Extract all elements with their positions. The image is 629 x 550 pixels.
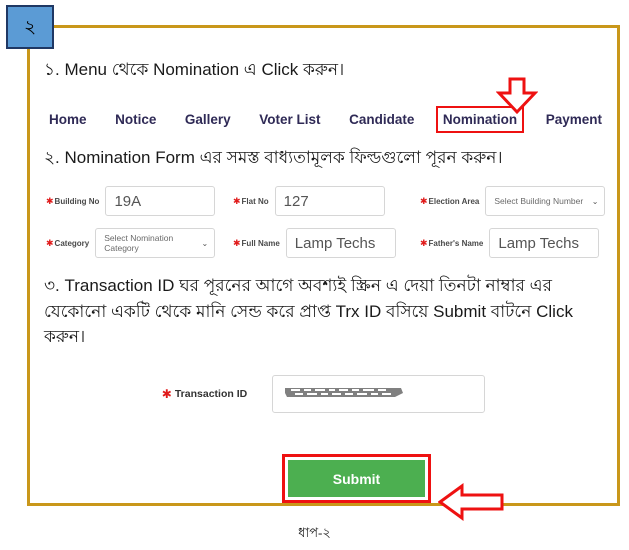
label-building-no-text: Building No xyxy=(54,196,100,206)
select-election-area-value: Select Building Number xyxy=(494,196,584,206)
submit-highlight-box: Submit xyxy=(282,454,431,503)
required-star-icon: ✱ xyxy=(46,195,54,206)
redaction-scribble-icon xyxy=(285,388,404,397)
input-flat-no[interactable]: 127 xyxy=(274,186,385,216)
arrow-left-icon xyxy=(438,483,504,521)
required-star-icon: ✱ xyxy=(233,195,241,206)
label-election-area-text: Election Area xyxy=(428,196,480,206)
label-building-no: ✱ Building No xyxy=(46,195,100,206)
input-transaction-id[interactable] xyxy=(272,375,486,413)
chevron-down-icon: ⌄ xyxy=(201,238,209,248)
step-badge-number: ২ xyxy=(23,16,37,38)
select-category-value: Select Nomination Category xyxy=(104,233,174,253)
label-transaction-id: ✱ Transaction ID xyxy=(162,388,247,400)
label-category: ✱ Category xyxy=(46,237,90,248)
required-star-icon: ✱ xyxy=(46,237,54,248)
field-group-flat-no: ✱ Flat No 127 xyxy=(233,186,420,216)
required-star-icon: ✱ xyxy=(233,237,241,248)
required-star-icon: ✱ xyxy=(161,387,172,401)
input-fathers-name[interactable]: Lamp Techs xyxy=(489,228,600,258)
required-star-icon: ✱ xyxy=(420,195,428,206)
form-row-2: ✱ Category Select Nomination Category ⌄ … xyxy=(46,227,607,259)
nav-item-home[interactable]: Home xyxy=(42,106,94,133)
label-election-area: ✱ Election Area xyxy=(420,195,480,206)
submit-button[interactable]: Submit xyxy=(288,460,425,497)
nav-item-notice[interactable]: Notice xyxy=(108,106,163,133)
field-group-fathers-name: ✱ Father's Name Lamp Techs xyxy=(420,228,607,258)
field-group-category: ✱ Category Select Nomination Category ⌄ xyxy=(46,228,233,258)
label-full-name-text: Full Name xyxy=(241,238,280,248)
label-fathers-name-text: Father's Name xyxy=(428,238,484,248)
input-full-name[interactable]: Lamp Techs xyxy=(285,228,396,258)
content-frame: ১. Menu থেকে Nomination এ Click করুন। Ho… xyxy=(27,25,620,521)
required-star-icon: ✱ xyxy=(420,237,428,248)
nav-item-payment[interactable]: Payment xyxy=(539,106,609,133)
nav-item-candidate[interactable]: Candidate xyxy=(342,106,421,133)
select-category[interactable]: Select Nomination Category ⌄ xyxy=(95,228,216,258)
instruction-step-2: ২. Nomination Form এর সমস্ত বাধ্যতামূলক … xyxy=(44,148,503,167)
step-badge: ২ xyxy=(6,5,54,49)
transaction-id-row: ✱ Transaction ID xyxy=(30,375,617,413)
field-group-building-no: ✱ Building No 19A xyxy=(46,186,233,216)
nav-item-gallery[interactable]: Gallery xyxy=(178,106,238,133)
label-flat-no-text: Flat No xyxy=(241,196,269,206)
label-full-name: ✱ Full Name xyxy=(233,237,280,248)
chevron-down-icon: ⌄ xyxy=(591,196,599,206)
label-fathers-name: ✱ Father's Name xyxy=(420,237,484,248)
label-flat-no: ✱ Flat No xyxy=(233,195,269,206)
select-election-area[interactable]: Select Building Number ⌄ xyxy=(485,186,606,216)
form-row-1: ✱ Building No 19A ✱ Flat No 127 ✱ Electi… xyxy=(46,185,607,217)
input-building-no[interactable]: 19A xyxy=(105,186,216,216)
arrow-down-icon xyxy=(496,77,538,115)
figure-caption: ধাপ-২ xyxy=(298,525,331,540)
label-transaction-id-text: Transaction ID xyxy=(174,388,248,400)
field-group-election-area: ✱ Election Area Select Building Number ⌄ xyxy=(420,186,607,216)
field-group-full-name: ✱ Full Name Lamp Techs xyxy=(233,228,420,258)
label-category-text: Category xyxy=(54,238,90,248)
instruction-step-3: ৩. Transaction ID ঘর পূরনের আগে অবশ্যই স… xyxy=(44,276,573,346)
nav-item-voter-list[interactable]: Voter List xyxy=(252,106,327,133)
